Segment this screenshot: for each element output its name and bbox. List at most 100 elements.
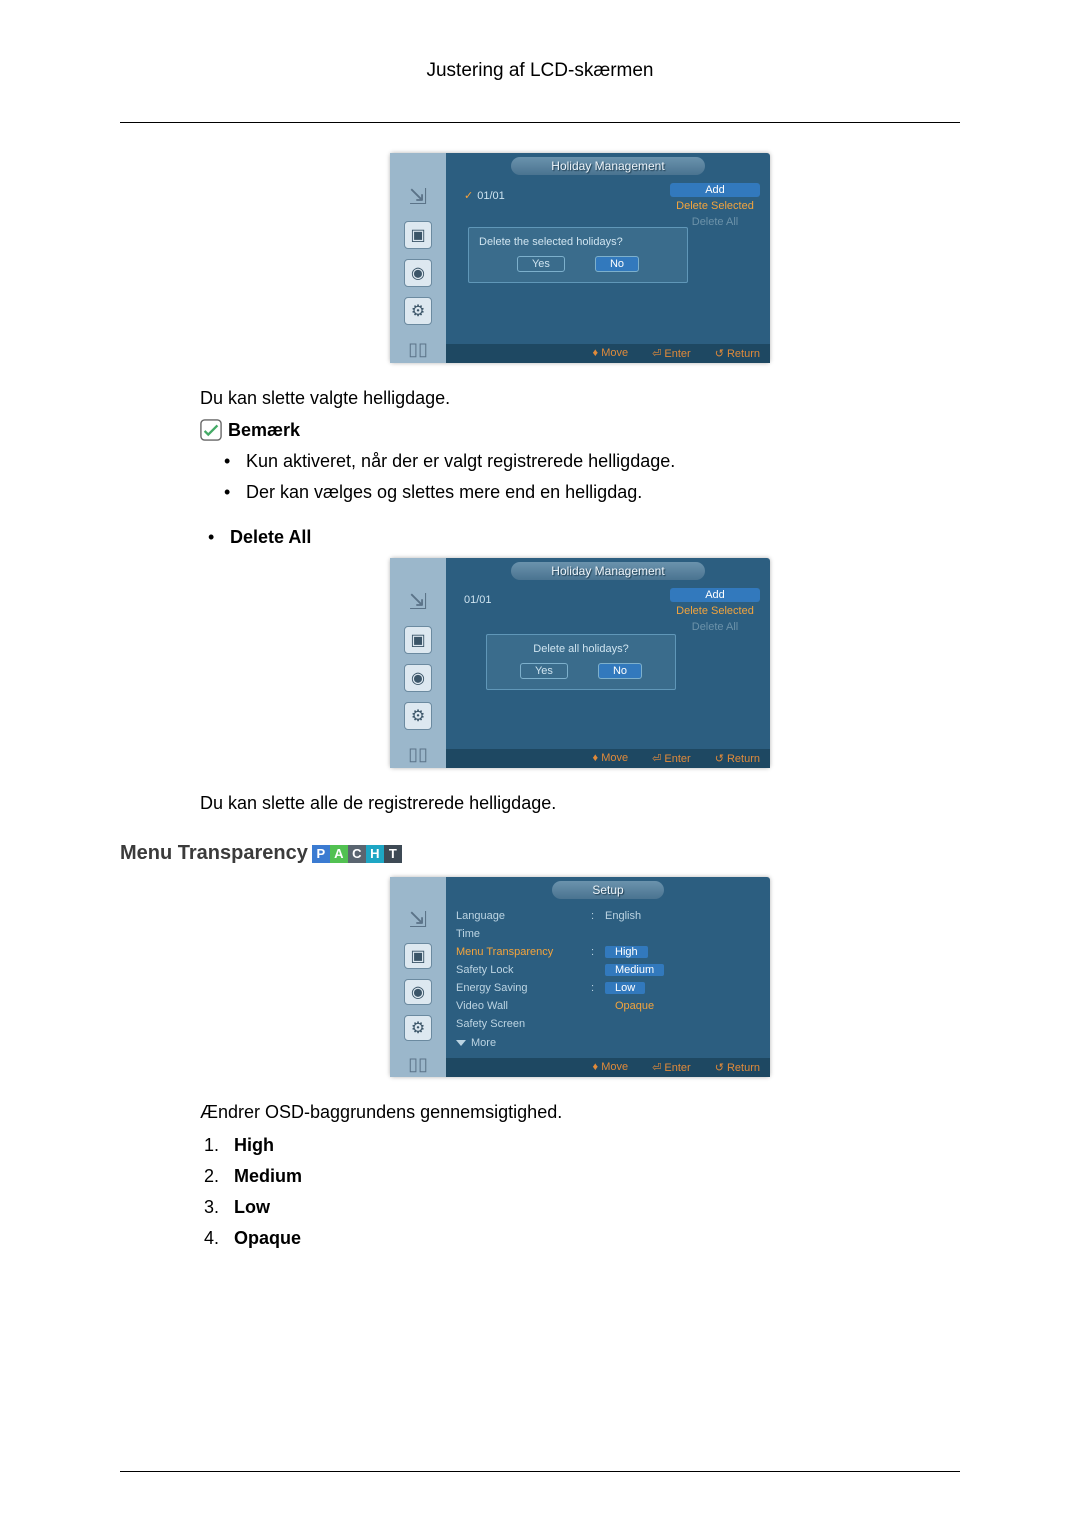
badge-c-icon: C (348, 845, 366, 863)
footer-return: ↺ Return (715, 752, 760, 765)
setup-row-video-wall[interactable]: Video Wall Opaque (456, 997, 760, 1015)
osd-footer: ♦ Move ⏎ Enter ↺ Return (446, 749, 770, 768)
multi-icon: ▯▯ (404, 1051, 432, 1077)
osd-sidebar: ⇲ ▣ ◉ ⚙ ▯▯ (390, 558, 446, 768)
header-rule (120, 122, 960, 123)
sound-icon: ◉ (404, 664, 432, 692)
holiday-date: 01/01 (464, 594, 492, 606)
picture-icon: ▣ (404, 626, 432, 654)
footer-move: ♦ Move (593, 347, 629, 360)
footer-move: ♦ Move (593, 752, 629, 765)
picture-icon: ▣ (404, 943, 432, 969)
osd-panel: ⇲ ▣ ◉ ⚙ ▯▯ Holiday Management 01/01 (390, 558, 770, 768)
note-bullet-2: Der kan vælges og slettes mere end en he… (224, 482, 960, 503)
input-icon: ⇲ (404, 588, 432, 616)
osd-figure-delete-selected: ⇲ ▣ ◉ ⚙ ▯▯ Holiday Management ✓01/01 (200, 153, 960, 363)
dialog-yes-button[interactable]: Yes (517, 256, 565, 272)
setup-icon: ⚙ (404, 297, 432, 325)
menu-transparency-heading: Menu Transparency P A C H T (120, 842, 960, 865)
setup-row-energy-saving[interactable]: Energy Saving : Low (456, 979, 760, 997)
dialog-buttons: Yes No (479, 256, 677, 272)
dialog-no-button[interactable]: No (595, 256, 639, 272)
delete-selected-button[interactable]: Delete Selected (670, 604, 760, 618)
picture-icon: ▣ (404, 221, 432, 249)
content-area: ⇲ ▣ ◉ ⚙ ▯▯ Holiday Management ✓01/01 (120, 153, 960, 1249)
osd-panel: ⇲ ▣ ◉ ⚙ ▯▯ Holiday Management ✓01/01 (390, 153, 770, 363)
check-icon: ✓ (464, 190, 473, 202)
badge-t-icon: T (384, 845, 402, 863)
footer-enter: ⏎ Enter (652, 347, 691, 360)
osd-content: ✓01/01 Add Delete Selected Delete All De… (446, 179, 770, 344)
option-high[interactable]: High (605, 946, 648, 958)
multi-icon: ▯▯ (404, 740, 432, 768)
setup-row-safety-lock[interactable]: Safety Lock Medium (456, 961, 760, 979)
osd-figure-setup: ⇲ ▣ ◉ ⚙ ▯▯ Setup Language : English (200, 877, 960, 1077)
input-icon: ⇲ (404, 907, 432, 933)
setup-row-more[interactable]: More (456, 1037, 760, 1049)
pacht-badges: P A C H T (312, 845, 402, 863)
dialog-buttons: Yes No (497, 663, 665, 679)
footer-return: ↺ Return (715, 347, 760, 360)
osd-title-row: Holiday Management (446, 558, 770, 584)
delete-all-heading: Delete All (208, 527, 960, 548)
confirm-dialog: Delete all holidays? Yes No (486, 634, 676, 690)
setup-row-safety-screen[interactable]: Safety Screen (456, 1015, 760, 1033)
setup-row-menu-transparency[interactable]: Menu Transparency : High (456, 943, 760, 961)
holiday-date: ✓01/01 (464, 189, 505, 202)
osd-title: Setup (552, 881, 663, 899)
osd-footer: ♦ Move ⏎ Enter ↺ Return (446, 344, 770, 363)
osd-body: Setup Language : English Time Menu Trans… (446, 877, 770, 1077)
page: Justering af LCD-skærmen ⇲ ▣ ◉ ⚙ ▯▯ Holi… (0, 0, 1080, 1527)
delete-selected-button[interactable]: Delete Selected (670, 199, 760, 213)
osd-title-row: Holiday Management (446, 153, 770, 179)
badge-h-icon: H (366, 845, 384, 863)
setup-icon: ⚙ (404, 1015, 432, 1041)
dialog-yes-button[interactable]: Yes (520, 663, 568, 679)
osd-figure-delete-all: ⇲ ▣ ◉ ⚙ ▯▯ Holiday Management 01/01 (200, 558, 960, 768)
osd-title: Holiday Management (511, 157, 704, 175)
note-bullet-1: Kun aktiveret, når der er valgt registre… (224, 451, 960, 472)
chevron-down-icon (456, 1040, 466, 1046)
setup-list: Language : English Time Menu Transparenc… (446, 903, 770, 1058)
note-icon (200, 419, 222, 441)
add-button[interactable]: Add (670, 183, 760, 197)
option-item-high: High (224, 1135, 960, 1156)
footer-move: ♦ Move (593, 1061, 629, 1074)
setup-row-language[interactable]: Language : English (456, 907, 760, 925)
input-icon: ⇲ (404, 183, 432, 211)
delete-all-button[interactable]: Delete All (670, 620, 760, 634)
delete-all-text: Du kan slette alle de registrerede helli… (200, 793, 960, 814)
option-opaque[interactable]: Opaque (605, 1000, 664, 1012)
option-item-low: Low (224, 1197, 960, 1218)
add-button[interactable]: Add (670, 588, 760, 602)
osd-body: Holiday Management ✓01/01 Add Delete Sel… (446, 153, 770, 363)
option-item-opaque: Opaque (224, 1228, 960, 1249)
setup-row-time[interactable]: Time (456, 925, 760, 943)
note-row: Bemærk (200, 419, 960, 441)
delete-selected-text: Du kan slette valgte helligdage. (200, 388, 960, 409)
delete-all-heading-list: Delete All (200, 527, 960, 548)
option-low[interactable]: Low (605, 982, 645, 994)
dialog-question: Delete all holidays? (497, 643, 665, 655)
footer-enter: ⏎ Enter (652, 1061, 691, 1074)
osd-sidebar: ⇲ ▣ ◉ ⚙ ▯▯ (390, 877, 446, 1077)
osd-action-buttons: Add Delete Selected Delete All (670, 183, 760, 229)
option-item-medium: Medium (224, 1166, 960, 1187)
footer-rule (120, 1471, 960, 1472)
sound-icon: ◉ (404, 259, 432, 287)
option-medium[interactable]: Medium (605, 964, 664, 976)
page-header-title: Justering af LCD-skærmen (120, 60, 960, 82)
osd-content: 01/01 Add Delete Selected Delete All Del… (446, 584, 770, 749)
sound-icon: ◉ (404, 979, 432, 1005)
osd-title-row: Setup (446, 877, 770, 903)
note-label: Bemærk (228, 420, 300, 441)
footer-return: ↺ Return (715, 1061, 760, 1074)
osd-sidebar: ⇲ ▣ ◉ ⚙ ▯▯ (390, 153, 446, 363)
osd-body: Holiday Management 01/01 Add Delete Sele… (446, 558, 770, 768)
confirm-dialog: Delete the selected holidays? Yes No (468, 227, 688, 283)
osd-action-buttons: Add Delete Selected Delete All (670, 588, 760, 634)
osd-panel: ⇲ ▣ ◉ ⚙ ▯▯ Setup Language : English (390, 877, 770, 1077)
badge-a-icon: A (330, 845, 348, 863)
dialog-no-button[interactable]: No (598, 663, 642, 679)
multi-icon: ▯▯ (404, 335, 432, 363)
